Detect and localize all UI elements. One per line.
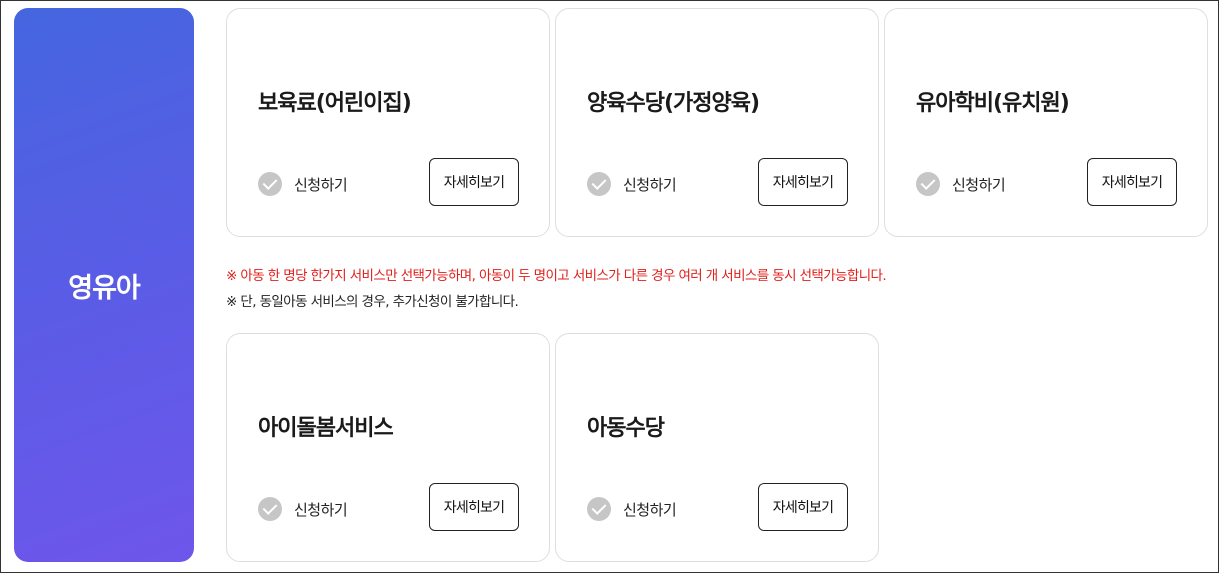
- view-details-button[interactable]: 자세히보기: [429, 483, 519, 531]
- view-details-button[interactable]: 자세히보기: [1087, 158, 1177, 206]
- category-panel: 영유아: [14, 8, 194, 562]
- view-details-button[interactable]: 자세히보기: [758, 483, 848, 531]
- apply-link[interactable]: 신청하기: [916, 172, 1006, 196]
- card-title: 아동수당: [587, 416, 665, 441]
- apply-label: 신청하기: [294, 175, 348, 194]
- apply-link[interactable]: 신청하기: [258, 172, 348, 196]
- card-title: 유아학비(유치원): [916, 91, 1070, 116]
- card-title: 양육수당(가정양육): [587, 91, 760, 116]
- apply-label: 신청하기: [623, 500, 677, 519]
- apply-label: 신청하기: [952, 175, 1006, 194]
- apply-link[interactable]: 신청하기: [587, 497, 677, 521]
- card-title: 아이돌봄서비스: [258, 416, 394, 441]
- category-title: 영유아: [68, 272, 141, 304]
- check-circle-icon: [587, 497, 611, 521]
- card-title: 보육료(어린이집): [258, 91, 412, 116]
- apply-link[interactable]: 신청하기: [258, 497, 348, 521]
- notice-secondary: ※ 단, 동일아동 서비스의 경우, 추가신청이 불가합니다.: [226, 294, 519, 310]
- service-card-child-care-service: 아이돌봄서비스 신청하기 자세히보기: [226, 333, 550, 562]
- apply-link[interactable]: 신청하기: [587, 172, 677, 196]
- service-card-home-care-allowance: 양육수당(가정양육) 신청하기 자세히보기: [555, 8, 879, 237]
- check-circle-icon: [916, 172, 940, 196]
- service-card-childcare-fee: 보육료(어린이집) 신청하기 자세히보기: [226, 8, 550, 237]
- check-circle-icon: [587, 172, 611, 196]
- apply-label: 신청하기: [623, 175, 677, 194]
- service-card-child-allowance: 아동수당 신청하기 자세히보기: [555, 333, 879, 562]
- notice-primary: ※ 아동 한 명당 한가지 서비스만 선택가능하며, 아동이 두 명이고 서비스…: [226, 268, 887, 284]
- check-circle-icon: [258, 497, 282, 521]
- check-circle-icon: [258, 172, 282, 196]
- view-details-button[interactable]: 자세히보기: [758, 158, 848, 206]
- view-details-button[interactable]: 자세히보기: [429, 158, 519, 206]
- service-card-kindergarten-fee: 유아학비(유치원) 신청하기 자세히보기: [884, 8, 1208, 237]
- page-frame: 영유아 보육료(어린이집) 신청하기 자세히보기 양육수당(가정양육) 신청하기…: [0, 0, 1219, 573]
- apply-label: 신청하기: [294, 500, 348, 519]
